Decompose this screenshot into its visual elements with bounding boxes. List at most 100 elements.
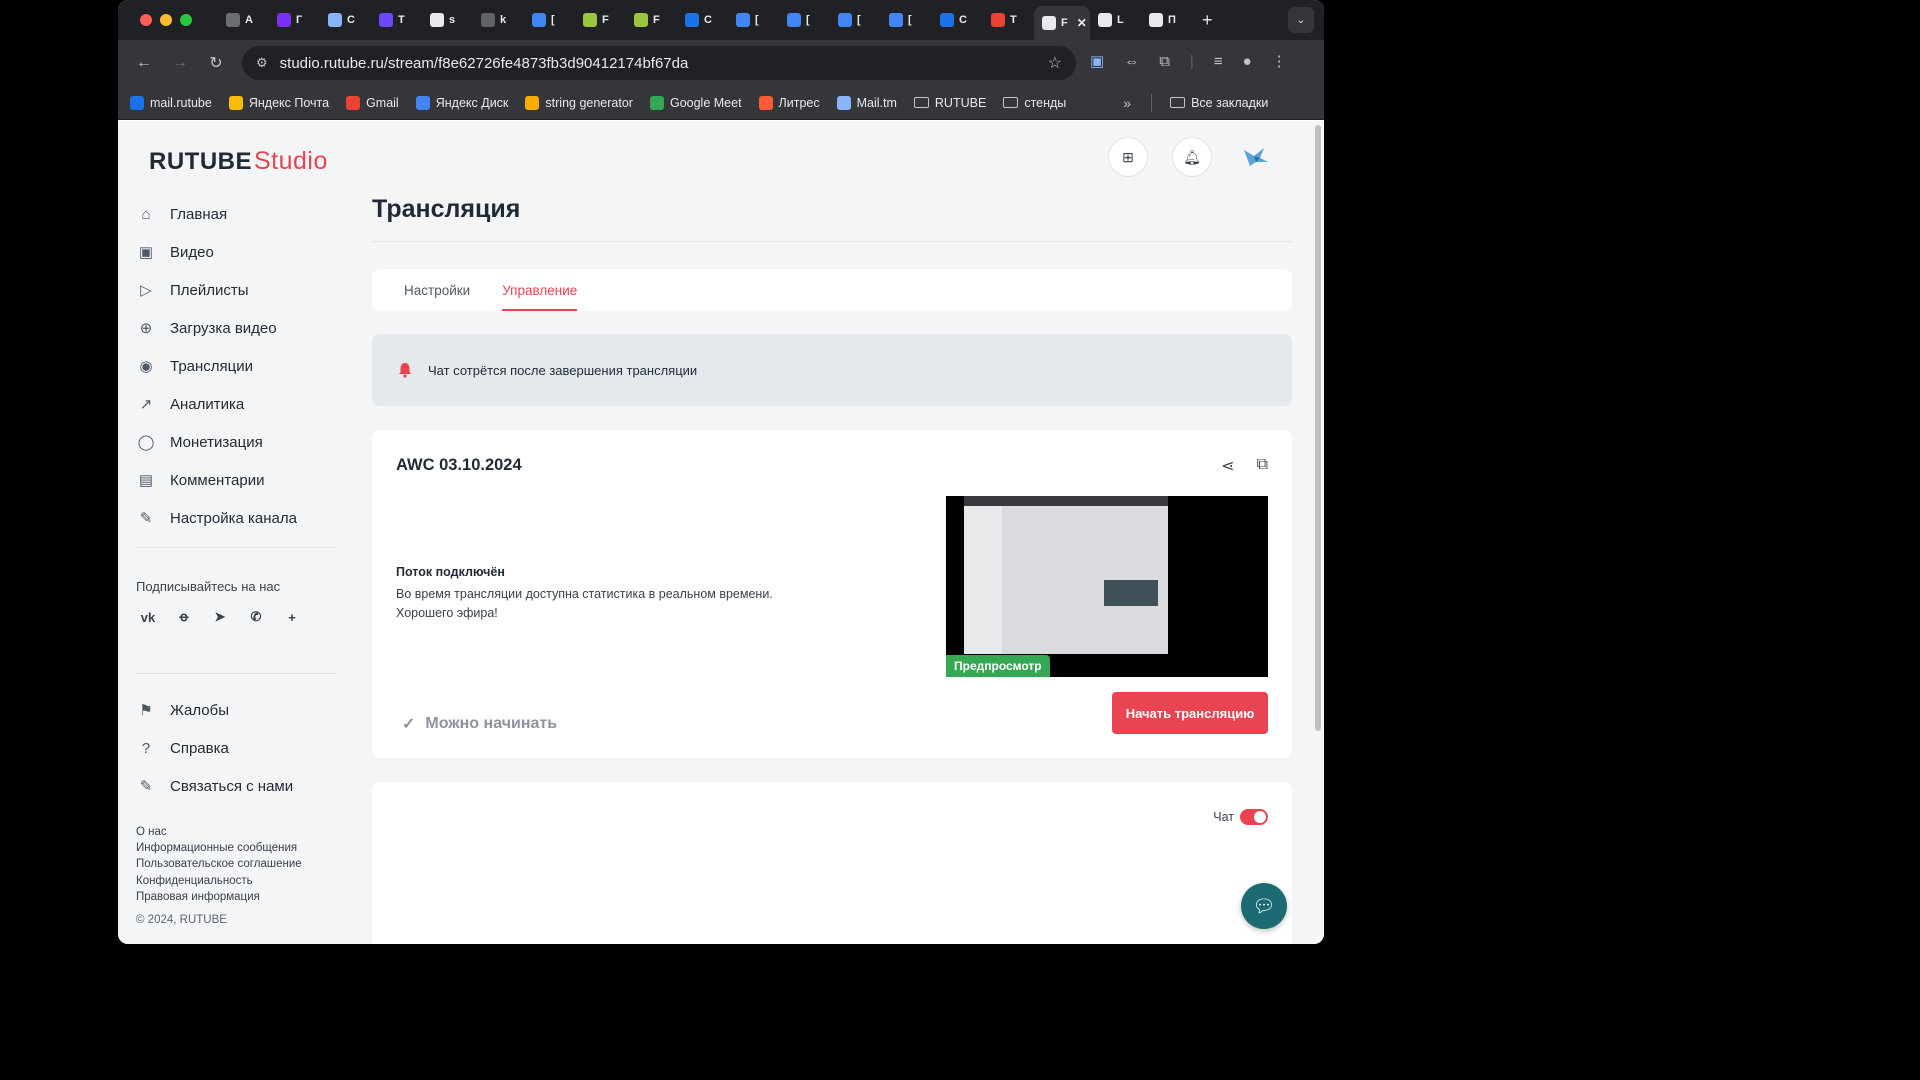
browser-tab[interactable]: k [473,5,524,35]
sidebar-item[interactable]: ▷ Плейлисты [136,271,297,309]
stream-title: AWC 03.10.2024 [396,456,522,474]
puzzle-icon[interactable]: ⧉ [1159,53,1170,70]
back-arrow-icon[interactable]: ← [126,54,162,72]
bookmark-label: Яндекс Диск [435,95,509,110]
url-text[interactable]: studio.rutube.ru/stream/f8e62726fe4873fb… [280,55,689,72]
browser-tab[interactable]: С [320,5,371,35]
bookmark-item[interactable]: string generator [525,95,633,110]
bookmark-item[interactable]: Яндекс Почта [228,95,329,110]
page-scrollbar[interactable] [1312,121,1324,944]
contact-icon: ✎ [139,778,153,795]
browser-tab[interactable]: [ [728,5,779,35]
more-bookmarks-icon[interactable]: » [1123,95,1131,111]
start-stream-button[interactable]: Начать трансляцию [1112,692,1268,734]
bookmark-item[interactable]: Gmail [346,95,399,110]
user-avatar[interactable] [1236,137,1276,177]
support-chat-button[interactable]: 💬︎ [1241,883,1287,929]
sidebar-item[interactable]: ↗ Аналитика [136,385,297,423]
stream-preview[interactable]: Предпросмотр [946,496,1268,677]
footer-link[interactable]: Информационные сообщения [136,840,302,856]
reading-list-icon[interactable]: ≡ [1214,53,1223,70]
sidebar-item[interactable]: ▤ Комментарии [136,461,297,499]
maximize-window-button[interactable] [180,14,192,26]
browser-tab[interactable]: [ [779,5,830,35]
sidebar-item[interactable]: ◉ Трансляции [136,347,297,385]
site-settings-icon[interactable]: ⚙ [256,55,268,71]
browser-tab[interactable]: L [1090,5,1141,35]
forward-arrow-icon[interactable]: → [162,54,198,72]
browser-tab[interactable]: Т [371,5,422,35]
page-tabs: Настройки Управление [372,269,1292,311]
browser-tab-active[interactable]: F ✕ [1034,6,1090,40]
sidebar-item[interactable]: ⚑ Жалобы [136,691,293,729]
tab-favicon-icon [430,13,444,27]
bookmark-item[interactable]: Mail.tm [836,95,897,110]
sidebar-item[interactable]: ✎ Настройка канала [136,499,297,537]
browser-tab[interactable]: s [422,5,473,35]
browser-tab[interactable]: П [1141,5,1192,35]
extension-icon[interactable]: ⇔ [1124,53,1139,70]
bookmark-item[interactable]: стенды [1003,96,1066,110]
tab-search-button[interactable]: ⌄ [1288,7,1314,33]
ready-status-label: Можно начинать [425,715,558,732]
sidebar-item[interactable]: ✎ Связаться с нами [136,767,293,805]
new-tab-button[interactable]: + [1202,10,1213,31]
sidebar-item[interactable]: ⊕ Загрузка видео [136,309,297,347]
browser-tab[interactable]: F [575,5,626,35]
sidebar-item[interactable]: ⌂ Главная [136,195,297,233]
tab-title: [ [755,14,759,26]
sidebar-item[interactable]: ▣ Видео [136,233,297,271]
close-window-button[interactable] [140,14,152,26]
bookmark-item[interactable]: mail.rutube [130,95,212,110]
external-link-icon[interactable]: ⧉ [1257,456,1268,476]
reload-icon[interactable]: ↻ [198,53,234,73]
tab-settings[interactable]: Настройки [404,269,470,311]
preview-badge: Предпросмотр [946,655,1050,677]
browser-tab[interactable]: F [626,5,677,35]
viber-icon[interactable]: ✆ [244,605,268,629]
browser-tab[interactable]: [ [830,5,881,35]
minimize-window-button[interactable] [160,14,172,26]
vk-icon[interactable]: vk [136,605,160,629]
browser-tab[interactable]: С [932,5,983,35]
browser-tab[interactable]: Г [269,5,320,35]
footer-link[interactable]: Пользовательское соглашение [136,856,302,872]
tab-title: [ [908,14,912,26]
all-bookmarks-button[interactable]: Все закладки [1170,96,1268,110]
bookmark-item[interactable]: Литрес [758,95,820,110]
footer-link[interactable]: Правовая информация [136,889,302,905]
browser-menu-icon[interactable]: ⋮ [1272,52,1287,70]
profile-avatar-icon[interactable]: ● [1243,53,1252,70]
scrollbar-thumb[interactable] [1315,125,1321,731]
add-content-button[interactable]: ⊞ [1108,137,1148,177]
browser-tab[interactable]: A [218,5,269,35]
tab-title: С [347,14,355,26]
notifications-button[interactable]: 🔔︎ [1172,137,1212,177]
sidebar-item[interactable]: ◯ Монетизация [136,423,297,461]
address-bar[interactable]: ⚙ studio.rutube.ru/stream/f8e62726fe4873… [242,46,1076,80]
ok-icon[interactable]: ꝋ [172,605,196,629]
browser-tab[interactable]: Т [983,5,1034,35]
bookmark-item[interactable]: Яндекс Диск [415,95,509,110]
footer-links: О нас Информационные сообщения Пользовател… [136,824,302,905]
browser-tab[interactable]: С [677,5,728,35]
translate-icon[interactable]: ▣ [1090,52,1104,70]
telegram-icon[interactable]: ➤ [208,605,232,629]
bookmark-item[interactable]: RUTUBE [913,96,986,110]
sidebar-item[interactable]: ? Справка [136,729,293,767]
bookmark-item[interactable]: Google Meet [649,95,742,110]
footer-link[interactable]: О нас [136,824,302,840]
chat-toggle[interactable] [1240,809,1268,825]
tab-close-icon[interactable]: ✕ [1077,16,1087,30]
tab-management[interactable]: Управление [502,269,578,311]
rutube-studio-logo[interactable]: RUTUBEStudio [149,147,328,176]
browser-tab[interactable]: [ [881,5,932,35]
bookmark-star-icon[interactable]: ☆ [1048,53,1062,73]
bookmark-label: string generator [545,95,633,110]
plus-icon[interactable]: + [280,605,304,629]
tab-favicon-icon [328,13,342,27]
footer-link[interactable]: Конфиденциальность [136,873,302,889]
tab-favicon-icon [838,13,852,27]
share-icon[interactable]: ⋖ [1221,456,1234,476]
browser-tab[interactable]: [ [524,5,575,35]
